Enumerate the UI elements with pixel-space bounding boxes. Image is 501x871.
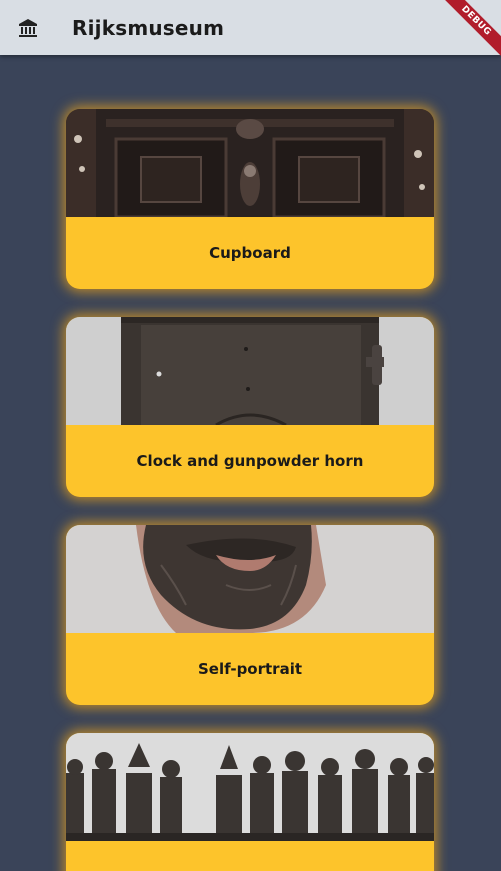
app-title: Rijksmuseum: [72, 15, 225, 40]
clock-photo: [66, 317, 434, 425]
beard-sculpture-photo: [66, 525, 434, 633]
artwork-title: Clock and gunpowder horn: [136, 452, 364, 470]
artwork-list[interactable]: Cupboard Clock and gunpowder horn Self-p…: [0, 55, 501, 871]
artwork-title: [66, 841, 434, 871]
app-bar: Rijksmuseum: [0, 0, 501, 55]
statuettes-photo: [66, 733, 434, 841]
artwork-title: Self-portrait: [197, 660, 303, 678]
artwork-card[interactable]: Self-portrait: [66, 525, 434, 705]
artwork-card[interactable]: [66, 733, 434, 871]
museum-icon[interactable]: [0, 0, 56, 55]
artwork-card[interactable]: Cupboard: [66, 109, 434, 289]
artwork-title: Cupboard: [209, 244, 291, 262]
cupboard-photo: [66, 109, 434, 217]
artwork-card[interactable]: Clock and gunpowder horn: [66, 317, 434, 497]
